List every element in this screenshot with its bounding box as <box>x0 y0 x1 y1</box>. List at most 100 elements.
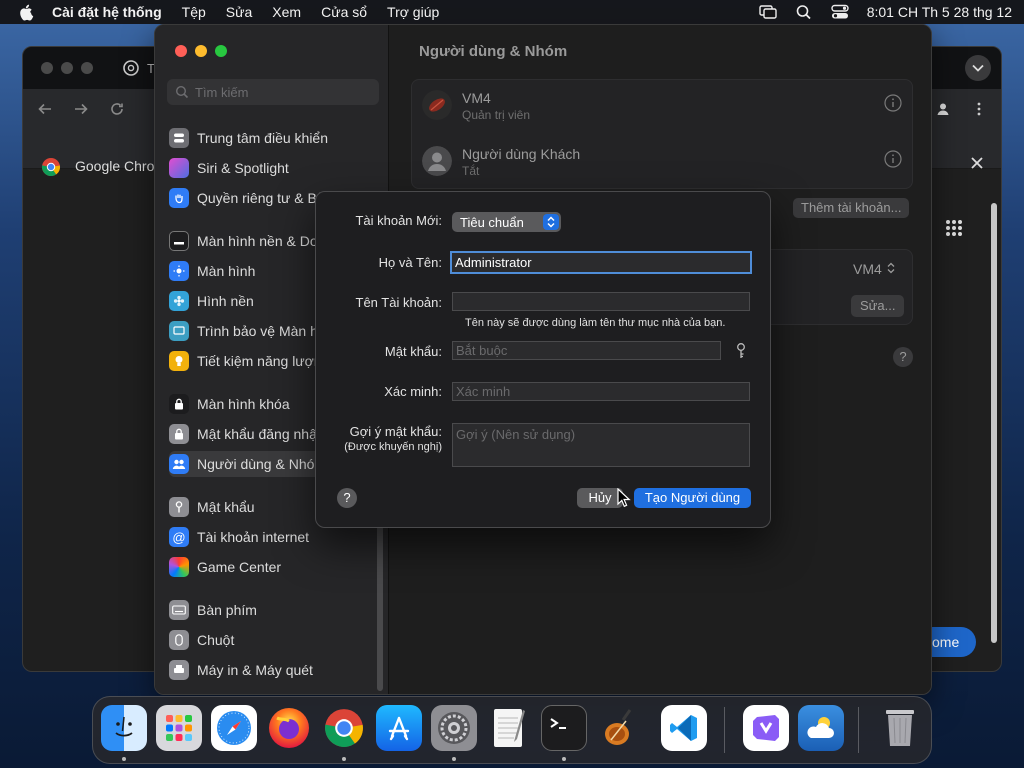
menu-view[interactable]: Xem <box>272 4 301 20</box>
password-label: Mật khẩu: <box>384 344 442 359</box>
sidebar-item-label: Quyền riêng tư & Bả <box>197 190 325 206</box>
sidebar-item-siri-spotlight[interactable]: Siri & Spotlight <box>169 155 375 181</box>
menu-window[interactable]: Cửa sổ <box>321 4 367 20</box>
lock-icon <box>169 394 189 414</box>
flower-icon <box>169 291 189 311</box>
full-name-field[interactable] <box>450 251 752 274</box>
page-title: Người dùng & Nhóm <box>419 43 568 60</box>
account-name-hint: Tên này sẽ được dùng làm tên thư mục nhà… <box>465 317 726 329</box>
add-account-button[interactable]: Thêm tài khoản... <box>793 198 910 218</box>
more-menu-icon[interactable] <box>971 101 987 117</box>
menu-help[interactable]: Trợ giúp <box>387 4 439 20</box>
siri-icon <box>169 158 189 178</box>
at-sign-icon: @ <box>169 527 189 547</box>
mouse-icon <box>169 630 189 650</box>
user-row-vm4[interactable]: VM4 Quản trị viên <box>422 84 902 128</box>
guest-avatar-icon <box>422 146 452 176</box>
reload-icon[interactable] <box>109 101 125 117</box>
info-icon[interactable] <box>884 94 902 112</box>
menu-clock[interactable]: 8:01 CH Th 5 28 thg 12 <box>867 4 1012 20</box>
verify-field[interactable] <box>452 382 750 401</box>
terminal-icon[interactable] <box>541 705 587 751</box>
textedit-icon[interactable] <box>486 705 532 751</box>
search-icon[interactable] <box>795 4 813 20</box>
sidebar-item-mouse[interactable]: Chuột <box>169 627 375 653</box>
help-button[interactable]: ? <box>893 347 913 367</box>
sidebar-item-keyboard[interactable]: Bàn phím <box>169 597 375 623</box>
menu-app-name[interactable]: Cài đặt hệ thống <box>52 4 162 20</box>
apple-icon[interactable] <box>18 3 36 21</box>
zoom-window-button[interactable] <box>215 45 227 57</box>
keyboard-icon <box>169 600 189 620</box>
weather-icon[interactable] <box>798 705 844 751</box>
garageband-icon[interactable] <box>596 705 642 751</box>
zoom-window-button[interactable] <box>81 62 93 74</box>
screen-mirroring-icon[interactable] <box>759 4 777 20</box>
close-window-button[interactable] <box>41 62 53 74</box>
tab-search-button[interactable] <box>965 55 991 81</box>
safari-icon[interactable] <box>211 705 257 751</box>
sidebar-item-label: Game Center <box>197 559 282 575</box>
chrome-scrollbar-thumb[interactable] <box>991 203 997 643</box>
menu-edit[interactable]: Sửa <box>226 4 253 20</box>
forward-icon[interactable] <box>73 101 89 117</box>
sidebar-item-label: Màn hình <box>197 263 256 279</box>
launchpad-icon[interactable] <box>156 705 202 751</box>
profile-icon[interactable] <box>935 101 951 117</box>
auto-login-select[interactable]: VM4 <box>853 261 896 277</box>
chrome-tab-icon <box>123 60 139 76</box>
account-type-popup[interactable]: Tiêu chuẩn <box>452 212 561 232</box>
create-user-button[interactable]: Tạo Người dùng <box>634 488 751 508</box>
sidebar-item-label: Trình bảo vệ Màn hì <box>197 323 322 339</box>
vscode-icon[interactable] <box>661 705 707 751</box>
settings-search-field[interactable]: Tìm kiếm <box>167 79 379 105</box>
sidebar-scrollbar[interactable] <box>377 521 383 691</box>
sidebar-item-printers-scanners[interactable]: Máy in & Máy quét <box>169 657 375 683</box>
sidebar-item-label: Màn hình nền & Doc <box>197 233 325 249</box>
dialog-help-button[interactable]: ? <box>337 488 357 508</box>
terminal-running-indicator <box>562 757 566 761</box>
trash-icon[interactable] <box>877 705 923 751</box>
finder-icon[interactable] <box>101 705 147 751</box>
sidebar-item-label: Mật khẩu đăng nhập <box>197 426 325 442</box>
firefox-icon[interactable] <box>266 705 312 751</box>
sidebar-item-label: Siri & Spotlight <box>197 160 289 176</box>
sidebar-item-control-center[interactable]: Trung tâm điều khiển <box>169 125 375 151</box>
back-icon[interactable] <box>37 101 53 117</box>
close-icon[interactable] <box>969 155 985 171</box>
chevron-down-icon <box>972 64 984 72</box>
sun-icon <box>169 261 189 281</box>
sidebar-item-game-center[interactable]: Game Center <box>169 554 375 580</box>
finder-running-indicator <box>122 757 126 761</box>
password-hint-field[interactable] <box>452 423 750 467</box>
chrome-icon[interactable] <box>321 705 367 751</box>
user-name: VM4 <box>462 90 491 106</box>
visual-studio-icon[interactable] <box>743 705 789 751</box>
dock-icon <box>169 231 189 251</box>
lightbulb-icon <box>169 351 189 371</box>
menu-file[interactable]: Tệp <box>182 4 206 20</box>
account-name-field[interactable] <box>452 292 750 311</box>
system-settings-icon[interactable] <box>431 705 477 751</box>
app-store-icon[interactable] <box>376 705 422 751</box>
new-user-dialog: Tài khoản Mới: Tiêu chuẩn Họ và Tên: Tên… <box>315 191 771 528</box>
control-center-icon[interactable] <box>831 4 849 20</box>
minimize-window-button[interactable] <box>61 62 73 74</box>
password-assistant-key-icon[interactable] <box>734 342 748 360</box>
chrome-info-title: Google Chrom <box>75 158 167 174</box>
minimize-window-button[interactable] <box>195 45 207 57</box>
chrome-scrollbar[interactable] <box>989 199 999 669</box>
chrome-running-indicator <box>342 757 346 761</box>
settings-running-indicator <box>452 757 456 761</box>
sidebar-item-label: Bàn phím <box>197 602 257 618</box>
edit-button[interactable]: Sửa... <box>851 295 905 317</box>
chevron-up-down-icon <box>543 214 559 230</box>
apps-grid-icon[interactable] <box>945 219 963 237</box>
close-window-button[interactable] <box>175 45 187 57</box>
password-field[interactable] <box>452 341 721 360</box>
sidebar-item-label: Trung tâm điều khiển <box>197 130 328 146</box>
user-row-guest[interactable]: Người dùng Khách Tắt <box>422 140 902 184</box>
search-icon <box>175 85 189 99</box>
users-list: VM4 Quản trị viên Người dùng Khách Tắt <box>411 79 913 189</box>
info-icon[interactable] <box>884 150 902 168</box>
